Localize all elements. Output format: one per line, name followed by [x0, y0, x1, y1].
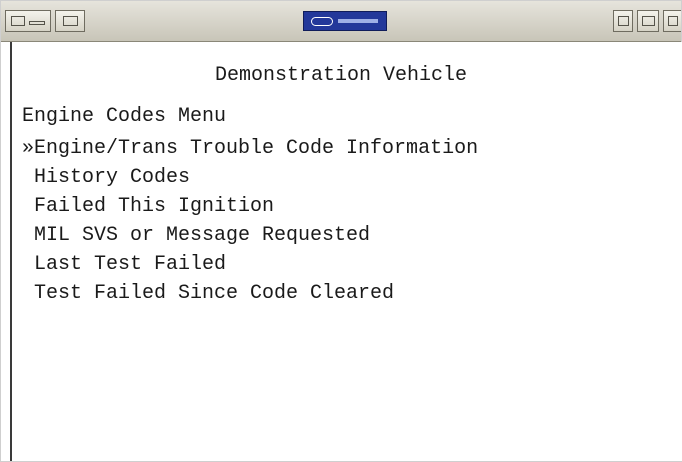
- window-icon[interactable]: [613, 10, 633, 32]
- document-icon[interactable]: [663, 10, 681, 32]
- brand-logo: [303, 11, 387, 31]
- menu-item[interactable]: Test Failed Since Code Cleared: [22, 279, 478, 308]
- menu-item-label: MIL SVS or Message Requested: [34, 224, 371, 247]
- menu-item[interactable]: »Engine/Trans Trouble Code Information: [22, 134, 478, 163]
- menu-item[interactable]: Last Test Failed: [22, 250, 478, 279]
- menu-item-label: Engine/Trans Trouble Code Information: [34, 137, 479, 160]
- title-bar: [1, 1, 681, 42]
- menu-item[interactable]: MIL SVS or Message Requested: [22, 221, 478, 250]
- screen-title: Demonstration Vehicle: [214, 64, 468, 87]
- menu-item-label: Failed This Ignition: [34, 195, 275, 218]
- menu-item-label: History Codes: [34, 166, 191, 189]
- scan-tool-window: Demonstration Vehicle Engine Codes Menu …: [0, 0, 682, 462]
- engine-codes-menu: »Engine/Trans Trouble Code Information Hi…: [22, 134, 478, 308]
- menu-item-label: Test Failed Since Code Cleared: [34, 282, 395, 305]
- selection-marker: »: [22, 137, 35, 160]
- menu-item[interactable]: Failed This Ignition: [22, 192, 478, 221]
- meter-icon[interactable]: [55, 10, 85, 32]
- printer-icon[interactable]: [637, 10, 659, 32]
- display-screen: Demonstration Vehicle Engine Codes Menu …: [10, 42, 682, 461]
- menu-heading: Engine Codes Menu: [22, 105, 227, 128]
- grid-icon[interactable]: [5, 10, 51, 32]
- menu-item[interactable]: History Codes: [22, 163, 478, 192]
- menu-item-label: Last Test Failed: [34, 253, 227, 276]
